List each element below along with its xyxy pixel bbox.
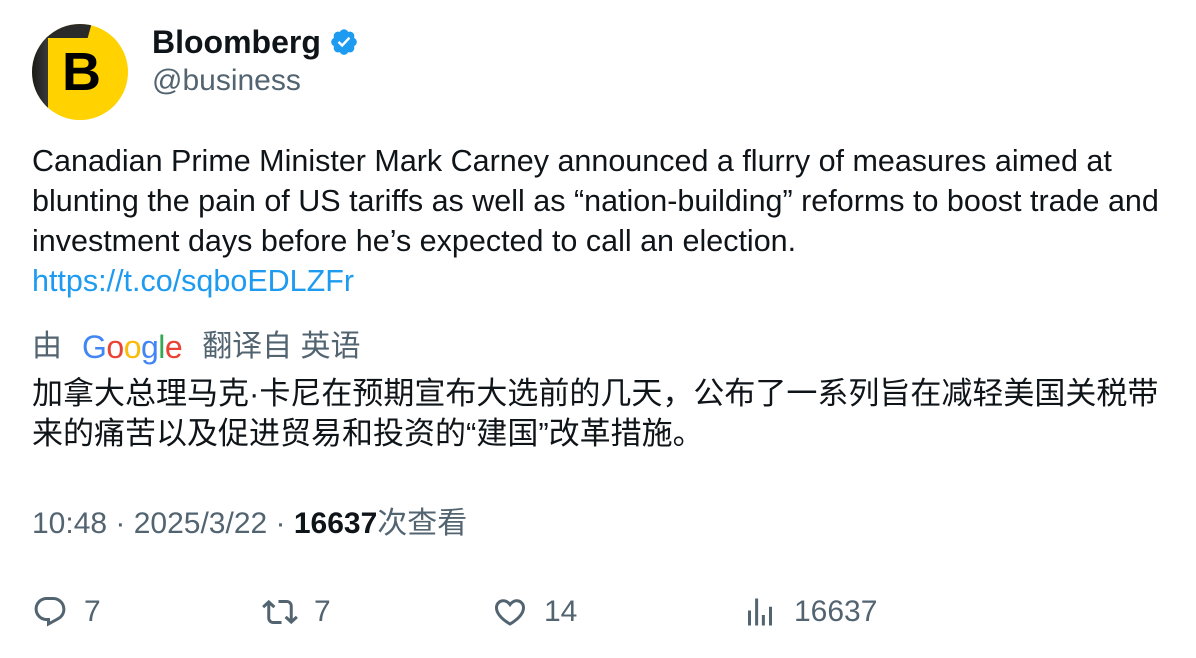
tweet-link[interactable]: https://t.co/sqboEDLZFr <box>32 261 1172 301</box>
retweet-button[interactable]: 7 <box>262 588 331 636</box>
translated-text: 加拿大总理马克·卡尼在预期宣布大选前的几天，公布了一系列旨在减轻美国关税带来的痛… <box>32 376 1159 451</box>
like-button[interactable]: 14 <box>492 588 577 636</box>
timestamp[interactable]: 10:48 · 2025/3/22 · <box>32 507 294 540</box>
reply-icon <box>34 597 66 627</box>
avatar-shade <box>32 24 48 120</box>
translation-attribution: 由 Google 翻译自 英语 <box>32 327 361 367</box>
tweet-body: Canadian Prime Minister Mark Carney anno… <box>32 141 1172 301</box>
views-action-count: 16637 <box>794 595 878 628</box>
views-count: 16637 <box>293 507 378 540</box>
avatar-letter: B <box>62 42 101 102</box>
reply-count: 7 <box>84 595 101 628</box>
views-label: 次查看 <box>377 507 468 540</box>
tweet-meta: 10:48 · 2025/3/22 · 16637次查看 <box>32 504 467 544</box>
author-name-row: Bloomberg <box>152 22 359 62</box>
action-bar: 7 7 14 16637 <box>32 588 1172 636</box>
translation-prefix: 由 <box>32 330 62 363</box>
tweet-text: Canadian Prime Minister Mark Carney anno… <box>32 144 1159 258</box>
author-name[interactable]: Bloomberg <box>152 22 321 62</box>
analytics-icon <box>748 598 772 626</box>
reply-button[interactable]: 7 <box>32 588 101 636</box>
avatar-shade-top <box>32 24 92 38</box>
avatar[interactable]: B <box>32 24 128 120</box>
translation-suffix[interactable]: 翻译自 英语 <box>202 327 360 367</box>
google-logo: Google <box>82 329 183 365</box>
retweet-icon <box>262 599 298 625</box>
heart-icon <box>494 599 526 626</box>
views-button[interactable]: 16637 <box>742 588 877 636</box>
retweet-count: 7 <box>314 595 331 628</box>
like-count: 14 <box>544 595 578 628</box>
verified-badge-icon <box>331 29 357 55</box>
author-handle[interactable]: @business <box>152 62 301 100</box>
